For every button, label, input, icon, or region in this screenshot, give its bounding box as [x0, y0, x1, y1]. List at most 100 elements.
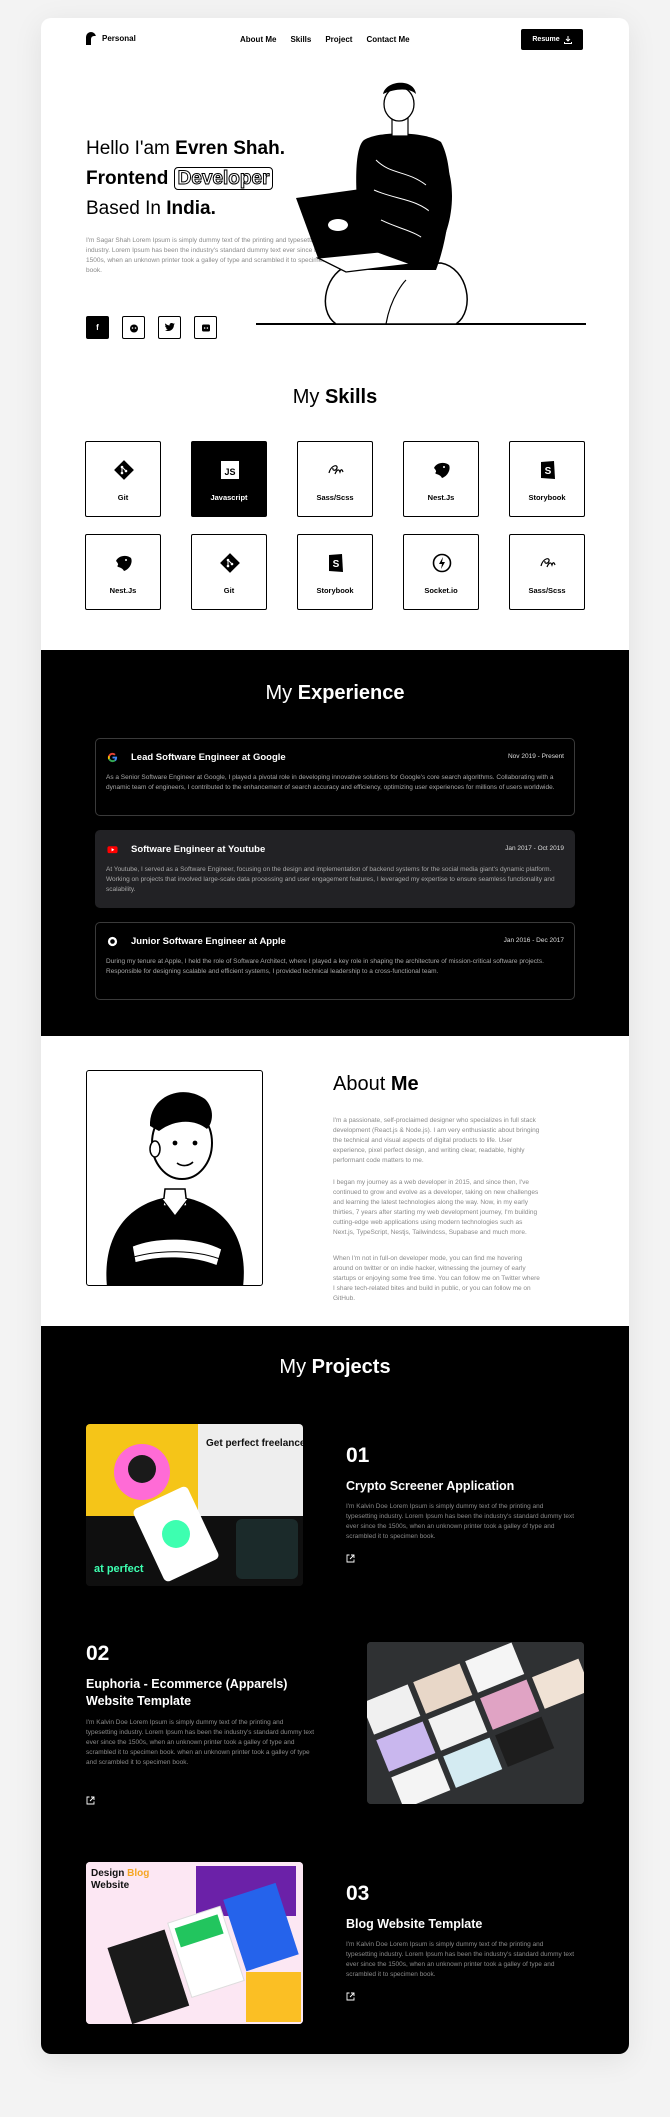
project-description: I'm Kalvin Doe Lorem Ipsum is simply dum… [346, 1503, 575, 1540]
project-title: Blog Website Template [346, 1917, 483, 1931]
nestjs-icon [434, 462, 450, 478]
external-link-icon[interactable] [346, 1992, 355, 2001]
projects-title-bold: Projects [311, 1356, 391, 1378]
nav: About Me Skills Project Contact Me [240, 35, 410, 44]
skill-card-javascript[interactable]: JS Javascript [191, 441, 267, 517]
skill-label: Nest.Js [109, 586, 137, 595]
about-paragraph: When I'm not in full-on developer mode, … [333, 1255, 540, 1302]
experience-card[interactable]: Junior Software Engineer at Apple Jan 20… [95, 922, 575, 1000]
svg-text:S: S [333, 559, 340, 570]
sass-icon [540, 558, 556, 568]
skills-title: My Skills [41, 386, 629, 409]
storybook-icon: S [541, 461, 555, 479]
skill-card-sass[interactable]: Sass/Scss [297, 441, 373, 517]
resume-label: Resume [532, 36, 560, 43]
projects-section: My Projects Get perfect freelancer for y… [41, 1326, 629, 2054]
nav-skills[interactable]: Skills [290, 35, 311, 44]
download-icon [563, 35, 572, 44]
hero-illustration [256, 82, 586, 325]
git-icon [114, 460, 134, 480]
skill-card-sass[interactable]: Sass/Scss [509, 534, 585, 610]
experience-title: Lead Software Engineer at Google [131, 752, 286, 763]
logo-icon [86, 32, 96, 45]
experience-title: Software Engineer at Youtube [131, 844, 266, 855]
nav-project[interactable]: Project [325, 35, 352, 44]
header: Personal About Me Skills Project Contact… [41, 18, 629, 60]
skill-label: Git [117, 493, 129, 502]
project-title: Euphoria - Ecommerce (Apparels) Website … [86, 1677, 288, 1708]
project-title: Crypto Screener Application [346, 1479, 515, 1493]
about-title-prefix: About [333, 1073, 391, 1095]
hero-line-3: Based In India. [86, 196, 216, 222]
skill-card-git[interactable]: Git [85, 441, 161, 517]
project-description: I'm Kalvin Doe Lorem Ipsum is simply dum… [346, 1941, 575, 1978]
about-paragraph: I began my journey as a web developer in… [333, 1179, 539, 1236]
skill-label: Git [223, 586, 235, 595]
skill-card-git[interactable]: Git [191, 534, 267, 610]
project-number: 01 [346, 1444, 370, 1467]
image-title-2: Website [91, 1880, 130, 1891]
hero-greeting: Hello I'am [86, 138, 176, 159]
google-icon [107, 752, 118, 763]
javascript-icon: JS [221, 461, 239, 479]
skill-label: Nest.Js [427, 493, 455, 502]
project-description: I'm Kalvin Doe Lorem Ipsum is simply dum… [86, 1719, 315, 1766]
skill-label: Sass/Scss [528, 586, 566, 595]
project-number: 03 [346, 1882, 370, 1905]
svg-text:at perfect: at perfect [94, 1563, 144, 1575]
skill-card-socketio[interactable]: Socket.io [403, 534, 479, 610]
experience-title-bold: Experience [297, 682, 405, 704]
resume-button[interactable]: Resume [521, 29, 583, 50]
experience-date: Jan 2017 - Oct 2019 [505, 845, 564, 852]
svg-text:S: S [545, 466, 552, 477]
experience-section: My Experience Lead Software Engineer at … [41, 650, 629, 1036]
portfolio-page: Personal About Me Skills Project Contact… [41, 18, 629, 2054]
discord-icon[interactable] [194, 316, 217, 339]
youtube-icon [107, 846, 118, 854]
facebook-icon[interactable]: f [86, 316, 109, 339]
image-title-1: Design [91, 1868, 124, 1879]
experience-date: Jan 2016 - Dec 2017 [503, 937, 564, 944]
project-image[interactable]: Design Blog Website [86, 1862, 303, 2024]
reddit-icon[interactable] [122, 316, 145, 339]
apple-icon [107, 936, 118, 947]
twitter-icon[interactable] [158, 316, 181, 339]
nav-contact[interactable]: Contact Me [366, 35, 409, 44]
nav-about[interactable]: About Me [240, 35, 276, 44]
experience-card[interactable]: Software Engineer at Youtube Jan 2017 - … [95, 830, 575, 908]
skill-card-storybook[interactable]: S Storybook [509, 441, 585, 517]
experience-title: My Experience [41, 682, 629, 705]
experience-card[interactable]: Lead Software Engineer at Google Nov 201… [95, 738, 575, 816]
about-title-bold: Me [390, 1073, 419, 1095]
project-number: 02 [86, 1642, 110, 1665]
experience-title-prefix: My [265, 682, 298, 704]
project-image[interactable] [367, 1642, 584, 1804]
external-link-icon[interactable] [86, 1796, 95, 1805]
about-illustration [86, 1070, 263, 1286]
skills-title-prefix: My [292, 386, 325, 408]
project-image-text: Get perfect freelancer for your projects [206, 1438, 303, 1449]
experience-description: During my tenure at Apple, I held the ro… [106, 958, 544, 975]
skill-card-storybook[interactable]: S Storybook [297, 534, 373, 610]
social-links: f [86, 316, 217, 339]
skill-label: Socket.io [424, 586, 458, 595]
hero-line-2: Frontend Developer [86, 166, 274, 192]
hero-place: India. [166, 198, 216, 219]
skill-label: Javascript [210, 493, 248, 502]
skill-card-nestjs[interactable]: Nest.Js [85, 534, 161, 610]
hero-based: Based In [86, 198, 167, 219]
sass-icon [328, 465, 344, 475]
skill-label: Storybook [316, 586, 354, 595]
about-paragraph: I'm a passionate, self-proclaimed design… [333, 1117, 540, 1164]
project-image[interactable]: Get perfect freelancer for your projects… [86, 1424, 303, 1586]
external-link-icon[interactable] [346, 1554, 355, 1563]
experience-date: Nov 2019 - Present [507, 753, 564, 760]
logo[interactable]: Personal [86, 32, 136, 45]
skills-title-bold: Skills [324, 386, 378, 408]
skill-card-nestjs[interactable]: Nest.Js [403, 441, 479, 517]
experience-description: At Youtube, I served as a Software Engin… [106, 866, 555, 893]
experience-title: Junior Software Engineer at Apple [131, 936, 286, 947]
about-title: About Me [333, 1073, 419, 1096]
skill-label: Sass/Scss [316, 493, 354, 502]
hero-role: Frontend [86, 168, 169, 189]
